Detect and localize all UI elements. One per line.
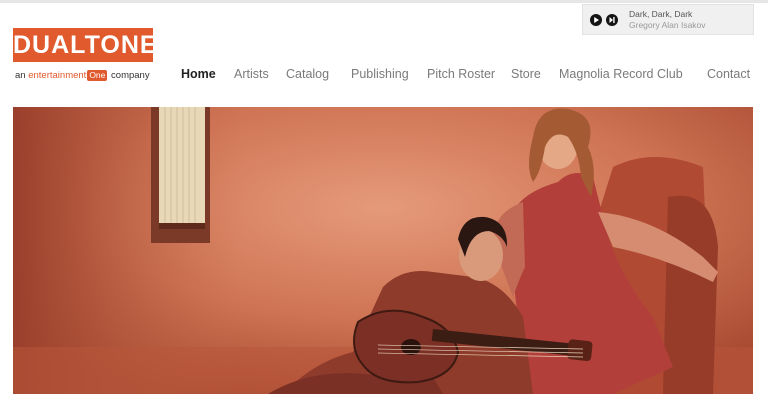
nav-contact[interactable]: Contact bbox=[707, 67, 750, 81]
nav-publishing[interactable]: Publishing bbox=[351, 67, 409, 81]
hero-photo bbox=[13, 107, 753, 394]
top-strip bbox=[0, 0, 768, 3]
play-icon[interactable] bbox=[590, 14, 602, 26]
tagline-one: One bbox=[87, 70, 108, 81]
track-artist[interactable]: Gregory Alan Isakov bbox=[629, 20, 706, 30]
nav-pitch-roster[interactable]: Pitch Roster bbox=[427, 67, 495, 81]
nav-artists[interactable]: Artists bbox=[234, 67, 269, 81]
window bbox=[151, 107, 210, 243]
hero-illustration bbox=[13, 107, 753, 394]
tagline-suffix: company bbox=[108, 70, 150, 81]
tagline-entertainment: entertainment bbox=[28, 70, 87, 81]
tagline-prefix: an bbox=[15, 70, 29, 81]
logo-tagline: an entertainment One company bbox=[15, 70, 150, 81]
skip-next-icon[interactable] bbox=[606, 14, 618, 26]
nav-magnolia-record-club[interactable]: Magnolia Record Club bbox=[559, 67, 683, 81]
audio-player: Dark, Dark, Dark Gregory Alan Isakov bbox=[582, 4, 754, 35]
dualtone-logo[interactable]: DUALTONE bbox=[13, 28, 157, 62]
nav-catalog[interactable]: Catalog bbox=[286, 67, 329, 81]
nav-home[interactable]: Home bbox=[181, 67, 216, 81]
nav-store[interactable]: Store bbox=[511, 67, 541, 81]
track-title[interactable]: Dark, Dark, Dark bbox=[629, 9, 692, 19]
